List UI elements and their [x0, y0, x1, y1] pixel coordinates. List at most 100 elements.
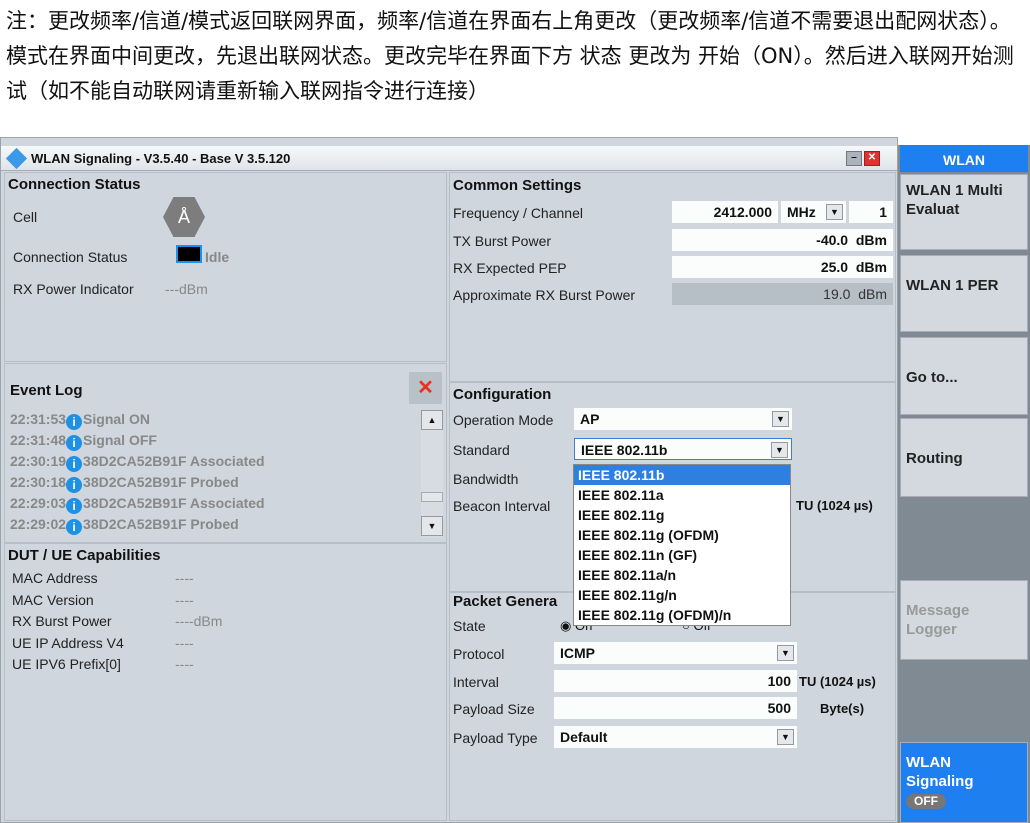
packet-generator-panel: Packet Genera State ◉ On ○ Off Protocol …	[449, 592, 896, 821]
section-title: Common Settings	[453, 177, 582, 194]
minimize-button[interactable]: –	[846, 151, 862, 166]
dut-capabilities-panel: DUT / UE Capabilities MAC Address ---- MAC…	[4, 543, 447, 821]
laptop-icon	[176, 245, 202, 263]
dut-value: ----	[175, 570, 194, 586]
standard-dropdown-menu: IEEE 802.11b IEEE 802.11a IEEE 802.11g IEEE…	[573, 464, 791, 626]
clear-log-button[interactable]: ✕	[409, 372, 442, 404]
section-title: Connection Status	[8, 176, 141, 193]
title-bar: WLAN Signaling - V3.5.40 - Base V 3.5.12…	[1, 146, 897, 171]
channel-input[interactable]: 1	[849, 201, 893, 223]
instruction-note: 注：更改频率/信道/模式返回联网界面，频率/信道在界面右上角更改（更改频率/信道…	[6, 9, 1014, 103]
interval-unit: TU (1024 µs)	[799, 674, 876, 689]
log-text: Signal OFF	[83, 432, 157, 448]
info-icon: i	[66, 477, 83, 493]
event-log-panel: Event Log ✕ 22:31:53 i Signal ON 22:31:48 i S…	[4, 363, 447, 543]
unit: dBm	[855, 259, 887, 275]
button-label: WLAN Signaling	[906, 754, 974, 790]
payload-size-label: Payload Size	[453, 701, 535, 717]
close-button[interactable]: ✕	[864, 151, 880, 166]
dut-row: UE IPV6 Prefix[0] ----	[12, 656, 432, 678]
value: IEEE 802.11b	[581, 442, 668, 458]
softkey-sidebar: WLAN WLAN 1 Multi Evaluat WLAN 1 PER Go …	[898, 145, 1030, 823]
info-icon: i	[66, 414, 83, 430]
info-icon: i	[66, 519, 83, 535]
standard-option[interactable]: IEEE 802.11g	[574, 505, 790, 525]
wlan-signaling-button[interactable]: WLAN Signaling OFF	[900, 742, 1028, 823]
log-time: 22:31:48	[10, 432, 67, 448]
approx-value: 19.0	[823, 286, 851, 302]
dut-row: MAC Version ----	[12, 592, 432, 614]
log-text: Signal ON	[83, 411, 150, 427]
standard-option[interactable]: IEEE 802.11n (GF)	[574, 545, 790, 565]
unit: dBm	[858, 286, 887, 302]
chevron-down-icon: ▼	[826, 204, 843, 220]
standard-label: Standard	[453, 442, 510, 458]
event-log-list: 22:31:53 i Signal ON 22:31:48 i Signal OFF 22:…	[10, 409, 410, 535]
rx-expected-input[interactable]: 25.0 dBm	[672, 256, 893, 278]
approx-rx-label: Approximate RX Burst Power	[453, 287, 636, 303]
wlan-signaling-window: WLAN Signaling - V3.5.40 - Base V 3.5.12…	[0, 137, 898, 823]
protocol-select[interactable]: ICMP ▼	[554, 642, 797, 664]
rx-value: 25.0	[820, 259, 849, 275]
routing-button[interactable]: Routing	[900, 418, 1028, 497]
log-time: 22:30:19	[10, 453, 67, 469]
dut-row: RX Burst Power ----dBm	[12, 613, 432, 635]
state-label: State	[453, 618, 486, 634]
info-icon: i	[66, 498, 83, 514]
value: AP	[580, 411, 600, 427]
scroll-thumb[interactable]	[421, 492, 443, 502]
log-time: 22:29:02	[10, 516, 67, 532]
rx-power-value: ---dBm	[165, 281, 208, 297]
interval-input[interactable]: 100	[554, 670, 797, 692]
section-title: Packet Genera	[453, 593, 558, 610]
standard-option[interactable]: IEEE 802.11a/n	[574, 565, 790, 585]
standard-option[interactable]: IEEE 802.11b	[574, 465, 790, 485]
dut-row: MAC Address ----	[12, 570, 432, 592]
frequency-unit-select[interactable]: MHz ▼	[781, 201, 846, 223]
standard-option[interactable]: IEEE 802.11g (OFDM)/n	[574, 605, 790, 625]
tx-burst-input[interactable]: -40.0 dBm	[672, 229, 893, 251]
dut-value: ----	[175, 634, 194, 651]
wlan1-per-button[interactable]: WLAN 1 PER	[900, 255, 1028, 332]
dut-value: ----dBm	[175, 613, 223, 629]
frequency-label: Frequency / Channel	[453, 205, 583, 221]
interval-label: Interval	[453, 674, 499, 690]
operation-mode-label: Operation Mode	[453, 412, 554, 428]
standard-option[interactable]: IEEE 802.11a	[574, 485, 790, 505]
standard-select[interactable]: IEEE 802.11b ▼	[574, 438, 792, 460]
scroll-down-button[interactable]: ▼	[421, 516, 443, 536]
log-text: 38D2CA52B91F Associated	[83, 453, 265, 469]
standard-option[interactable]: IEEE 802.11g (OFDM)	[574, 525, 790, 545]
chevron-down-icon: ▼	[771, 442, 788, 458]
operation-mode-select[interactable]: AP ▼	[574, 408, 792, 430]
log-entry: 22:29:03 i 38D2CA52B91F Associated	[10, 493, 410, 514]
info-icon: i	[66, 435, 83, 451]
frequency-input[interactable]: 2412.000	[672, 201, 778, 223]
value: ICMP	[560, 645, 595, 661]
log-time: 22:30:18	[10, 474, 67, 490]
connection-status-label: Connection Status	[13, 249, 128, 265]
section-title: Event Log	[10, 382, 83, 399]
section-title: Configuration	[453, 386, 552, 403]
window-title: WLAN Signaling - V3.5.40 - Base V 3.5.12…	[31, 151, 291, 166]
cell-label: Cell	[13, 209, 38, 225]
payload-size-input[interactable]: 500	[554, 697, 797, 719]
log-entry: 22:31:53 i Signal ON	[10, 409, 410, 430]
standard-option[interactable]: IEEE 802.11g/n	[574, 585, 790, 605]
payload-type-select[interactable]: Default ▼	[554, 726, 797, 748]
app-logo-icon	[5, 147, 28, 170]
log-entry: 22:30:19 i 38D2CA52B91F Associated	[10, 451, 410, 472]
section-title: DUT / UE Capabilities	[8, 547, 161, 564]
protocol-label: Protocol	[453, 646, 505, 662]
dut-rows: MAC Address ---- MAC Version ---- RX Burst P…	[12, 570, 432, 678]
message-logger-button[interactable]: Message Logger	[900, 580, 1028, 660]
log-scrollbar[interactable]: ▲ ▼	[421, 410, 443, 538]
goto-button[interactable]: Go to...	[900, 337, 1028, 415]
dut-label: RX Burst Power	[12, 613, 112, 629]
scroll-up-button[interactable]: ▲	[421, 410, 443, 430]
chevron-down-icon: ▼	[772, 411, 789, 427]
wlan1-multi-evaluation-button[interactable]: WLAN 1 Multi Evaluat	[900, 174, 1028, 250]
log-text: 38D2CA52B91F Associated	[83, 495, 265, 511]
dut-value: ----	[175, 656, 194, 672]
chevron-down-icon: ▼	[777, 729, 794, 745]
